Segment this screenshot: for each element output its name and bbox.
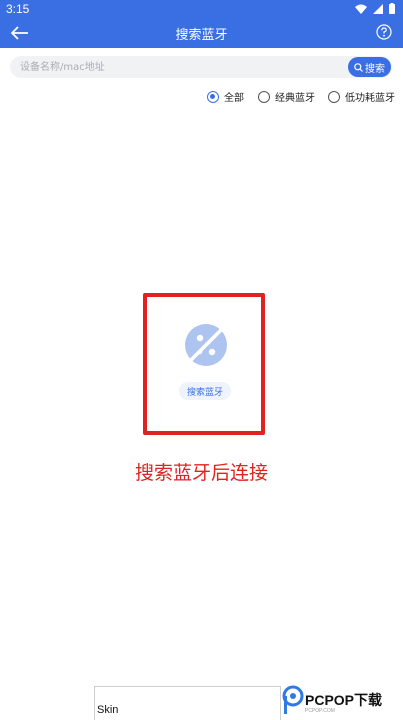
radio-classic-bluetooth[interactable]: 经典蓝牙	[258, 89, 315, 104]
app-bar: 搜索蓝牙	[0, 18, 403, 48]
search-bar: 搜索	[10, 56, 392, 78]
page-title: 搜索蓝牙	[175, 28, 228, 43]
skin-label: Skin	[97, 704, 119, 716]
radio-unchecked-icon	[328, 90, 340, 103]
start-search-button[interactable]: 搜索蓝牙	[179, 382, 231, 400]
hint-text: 搜索蓝牙后连接	[134, 462, 268, 484]
radio-unchecked-icon	[258, 90, 270, 103]
status-time: 3:15	[6, 2, 30, 16]
wifi-icon	[355, 4, 367, 14]
radio-label: 经典蓝牙	[275, 93, 315, 104]
radio-label: 低功耗蓝牙	[345, 93, 395, 104]
bluetooth-type-filter: 全部 经典蓝牙 低功耗蓝牙	[0, 89, 403, 105]
radio-ble[interactable]: 低功耗蓝牙	[328, 89, 395, 104]
help-button[interactable]	[375, 23, 393, 41]
search-button-label: 搜索	[365, 63, 385, 75]
status-icons	[355, 3, 395, 14]
search-input[interactable]	[20, 56, 320, 78]
radio-label: 全部	[224, 93, 244, 104]
help-icon	[376, 24, 392, 40]
signal-icon	[373, 3, 383, 14]
pcpop-logo-icon	[282, 685, 304, 714]
search-button[interactable]: 搜索	[348, 57, 391, 77]
status-bar: 3:15	[0, 0, 403, 18]
radio-all[interactable]: 全部	[207, 89, 244, 104]
battery-icon	[389, 3, 395, 14]
watermark: PCPOP下载 PCPOP.COM	[281, 681, 403, 720]
watermark-text: PCPOP下载	[305, 692, 383, 708]
bluetooth-off-icon	[183, 322, 229, 368]
skin-panel: Skin	[94, 686, 281, 720]
watermark-subtext: PCPOP.COM	[305, 708, 335, 714]
empty-state: 搜索蓝牙	[143, 293, 265, 435]
search-icon	[354, 62, 363, 72]
radio-checked-icon	[207, 90, 219, 103]
